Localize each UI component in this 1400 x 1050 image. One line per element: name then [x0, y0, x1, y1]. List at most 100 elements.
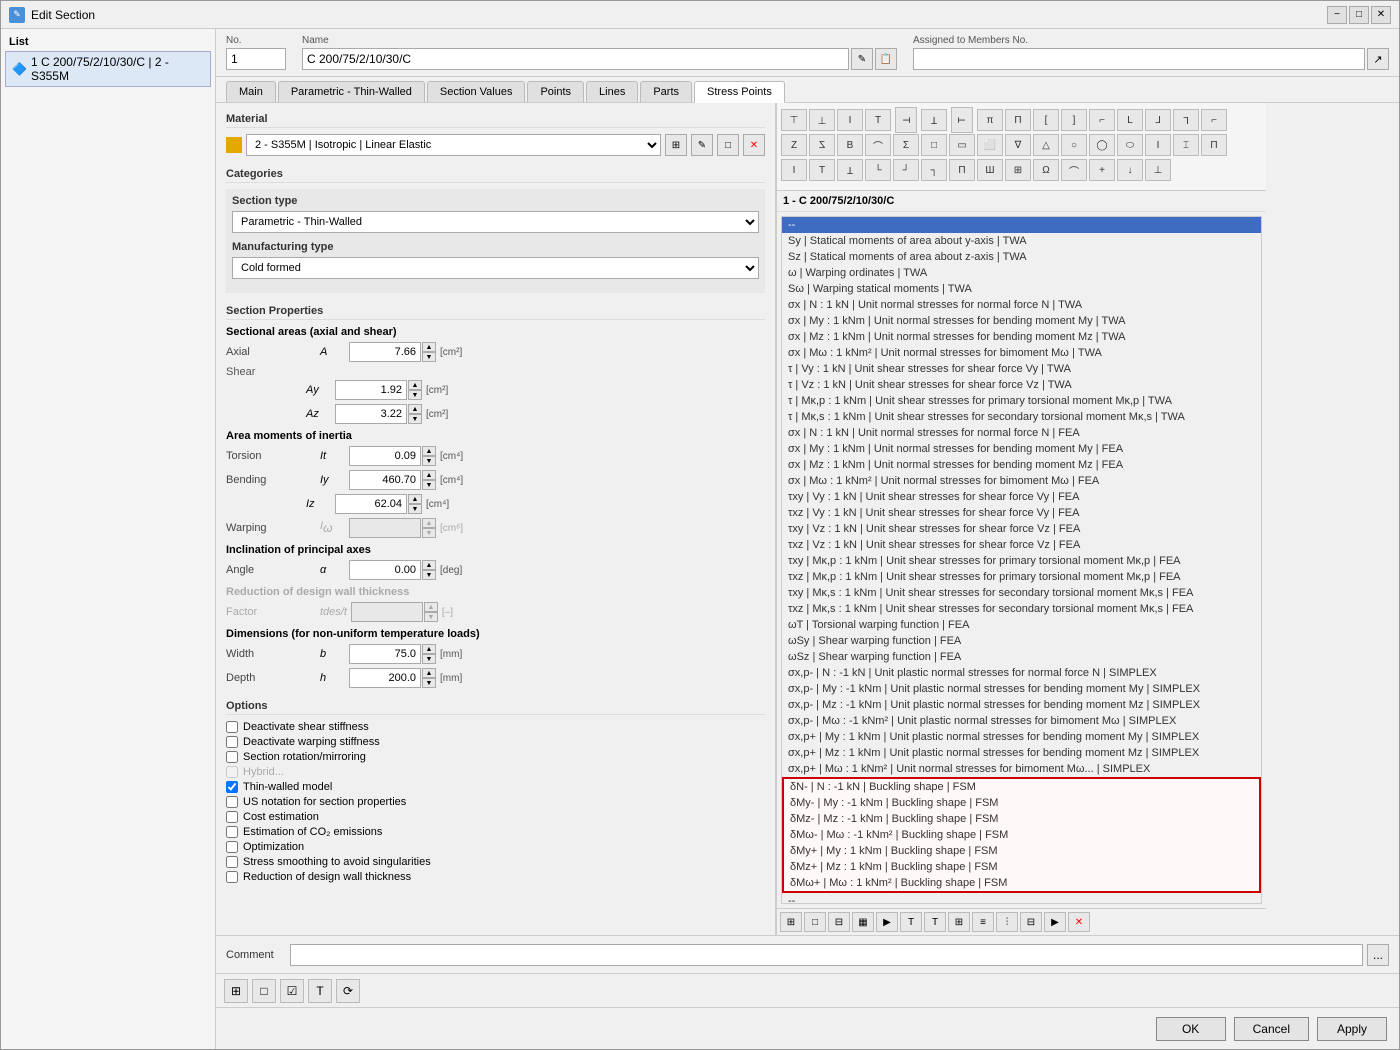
it-input[interactable]: [349, 446, 421, 466]
list-tb-arrow-r1[interactable]: ▶: [876, 912, 898, 932]
maximize-button[interactable]: □: [1349, 6, 1369, 24]
bottom-tb-check[interactable]: ☑: [280, 979, 304, 1003]
cancel-button[interactable]: Cancel: [1234, 1017, 1309, 1041]
material-select[interactable]: 2 - S355M | Isotropic | Linear Elastic: [246, 134, 661, 156]
list-item[interactable]: τ | Vy : 1 kN | Unit shear stresses for …: [782, 361, 1261, 377]
tdes-input[interactable]: [351, 602, 423, 622]
shape-T7[interactable]: ⊥: [1145, 159, 1171, 181]
tab-lines[interactable]: Lines: [586, 81, 638, 102]
no-input[interactable]: [226, 48, 286, 70]
list-item[interactable]: τxy | Vz : 1 kN | Unit shear stresses fo…: [782, 521, 1261, 537]
list-item[interactable]: --: [782, 217, 1261, 233]
iw-up[interactable]: ▲: [422, 518, 436, 528]
list-tb-minus[interactable]: ⊟: [1020, 912, 1042, 932]
shape-Pi5[interactable]: Ш: [977, 159, 1003, 181]
list-item[interactable]: τ | Mκ,s : 1 kNm | Unit shear stresses f…: [782, 409, 1261, 425]
tab-parametric[interactable]: Parametric - Thin-Walled: [278, 81, 425, 102]
list-item[interactable]: σx | My : 1 kNm | Unit normal stresses f…: [782, 441, 1261, 457]
iy-up[interactable]: ▲: [422, 470, 436, 480]
comment-browse-button[interactable]: ...: [1367, 944, 1389, 966]
shape-T3[interactable]: T: [921, 109, 947, 131]
shape-Sigma[interactable]: Σ: [893, 134, 919, 156]
reduction-wall-checkbox[interactable]: [226, 871, 238, 883]
list-item[interactable]: σx | Mz : 1 kNm | Unit normal stresses f…: [782, 329, 1261, 345]
deactivate-warping-checkbox[interactable]: [226, 736, 238, 748]
az-input[interactable]: [335, 404, 407, 424]
list-item[interactable]: Sω | Warping statical moments | TWA: [782, 281, 1261, 297]
shape-O1[interactable]: ○: [1061, 134, 1087, 156]
list-tb-chart[interactable]: ▦: [852, 912, 874, 932]
it-up[interactable]: ▲: [422, 446, 436, 456]
ay-up[interactable]: ▲: [408, 380, 422, 390]
shape-T2[interactable]: T: [895, 107, 917, 133]
list-tb-x[interactable]: ✕: [1068, 912, 1090, 932]
list-item[interactable]: σx,p- | Mz : -1 kNm | Unit plastic norma…: [782, 697, 1261, 713]
list-item[interactable]: Sz | Statical moments of area about z-ax…: [782, 249, 1261, 265]
shape-I2[interactable]: ⊤: [809, 109, 835, 131]
cost-estimation-checkbox[interactable]: [226, 811, 238, 823]
iz-up[interactable]: ▲: [408, 494, 422, 504]
shape-O3[interactable]: ⬭: [1117, 134, 1143, 156]
deactivate-shear-checkbox[interactable]: [226, 721, 238, 733]
tdes-down[interactable]: ▼: [424, 612, 438, 622]
list-item[interactable]: ωT | Torsional warping function | FEA: [782, 617, 1261, 633]
bottom-tb-rect[interactable]: □: [252, 979, 276, 1003]
list-item[interactable]: σx | N : 1 kN | Unit normal stresses for…: [782, 425, 1261, 441]
shape-I1[interactable]: ⊤: [781, 109, 807, 131]
shape-Arrow1[interactable]: ↓: [1117, 159, 1143, 181]
list-tb-grid[interactable]: ⊞: [780, 912, 802, 932]
list-item[interactable]: σx | Mω : 1 kNm² | Unit normal stresses …: [782, 473, 1261, 489]
comment-input[interactable]: [290, 944, 1363, 966]
list-tb-text1[interactable]: T: [900, 912, 922, 932]
shape-Pi3[interactable]: Π: [1201, 134, 1227, 156]
shape-Pi2[interactable]: Π: [1005, 109, 1031, 131]
az-up[interactable]: ▲: [408, 404, 422, 414]
tdes-up[interactable]: ▲: [424, 602, 438, 612]
list-item[interactable]: Sy | Statical moments of area about y-ax…: [782, 233, 1261, 249]
list-tb-grid2[interactable]: ⊞: [948, 912, 970, 932]
shape-Z2[interactable]: Z: [809, 134, 835, 156]
list-item[interactable]: δN- | N : -1 kN | Buckling shape | FSM: [784, 779, 1259, 795]
iz-down[interactable]: ▼: [408, 504, 422, 514]
shape-L2[interactable]: L: [1145, 109, 1171, 131]
bottom-tb-grid[interactable]: ⊞: [224, 979, 248, 1003]
sidebar-item[interactable]: 🔷 1 C 200/75/2/10/30/C | 2 - S355M: [5, 51, 211, 87]
assigned-input[interactable]: [913, 48, 1365, 70]
shape-Pi4[interactable]: Π: [949, 159, 975, 181]
shape-Pi1[interactable]: π: [977, 109, 1003, 131]
list-item[interactable]: δMω- | Mω : -1 kNm² | Buckling shape | F…: [784, 827, 1259, 843]
list-item[interactable]: τxz | Vz : 1 kN | Unit shear stresses fo…: [782, 537, 1261, 553]
list-item[interactable]: δMy- | My : -1 kNm | Buckling shape | FS…: [784, 795, 1259, 811]
list-item[interactable]: τxy | Mκ,p : 1 kNm | Unit shear stresses…: [782, 553, 1261, 569]
shape-L4[interactable]: ⌐: [1201, 109, 1227, 131]
list-tb-export[interactable]: ⊟: [828, 912, 850, 932]
apply-button[interactable]: Apply: [1317, 1017, 1387, 1041]
shape-L5[interactable]: └: [865, 159, 891, 181]
shape-V1[interactable]: ∇: [1005, 134, 1031, 156]
iy-input[interactable]: [349, 470, 421, 490]
list-item[interactable]: σx,p+ | Mω : 1 kNm² | Unit normal stress…: [782, 761, 1261, 777]
list-item[interactable]: τ | Mκ,p : 1 kNm | Unit shear stresses f…: [782, 393, 1261, 409]
list-item[interactable]: σx | Mz : 1 kNm | Unit normal stresses f…: [782, 457, 1261, 473]
ok-button[interactable]: OK: [1156, 1017, 1226, 1041]
material-table-button[interactable]: ⊞: [665, 134, 687, 156]
list-item[interactable]: δMz+ | Mz : 1 kNm | Buckling shape | FSM: [784, 859, 1259, 875]
tab-parts[interactable]: Parts: [640, 81, 692, 102]
shape-I4[interactable]: I: [1145, 134, 1171, 156]
list-item[interactable]: τxz | Vy : 1 kN | Unit shear stresses fo…: [782, 505, 1261, 521]
name-browse-button[interactable]: 📋: [875, 48, 897, 70]
shape-L3[interactable]: L: [1173, 109, 1199, 131]
list-item[interactable]: σx,p+ | Mz : 1 kNm | Unit plastic normal…: [782, 745, 1261, 761]
section-rotation-checkbox[interactable]: [226, 751, 238, 763]
list-item[interactable]: τxy | Mκ,s : 1 kNm | Unit shear stresses…: [782, 585, 1261, 601]
shape-T4[interactable]: T: [951, 107, 973, 133]
shape-O2[interactable]: ◯: [1089, 134, 1115, 156]
list-item[interactable]: τxy | Vy : 1 kN | Unit shear stresses fo…: [782, 489, 1261, 505]
list-item[interactable]: τxz | Mκ,p : 1 kNm | Unit shear stresses…: [782, 569, 1261, 585]
iz-input[interactable]: [335, 494, 407, 514]
shape-Plus[interactable]: +: [1089, 159, 1115, 181]
list-item[interactable]: σx,p- | My : -1 kNm | Unit plastic norma…: [782, 681, 1261, 697]
section-type-select[interactable]: Parametric - Thin-Walled: [232, 211, 759, 233]
ay-input[interactable]: [335, 380, 407, 400]
tab-points[interactable]: Points: [527, 81, 584, 102]
